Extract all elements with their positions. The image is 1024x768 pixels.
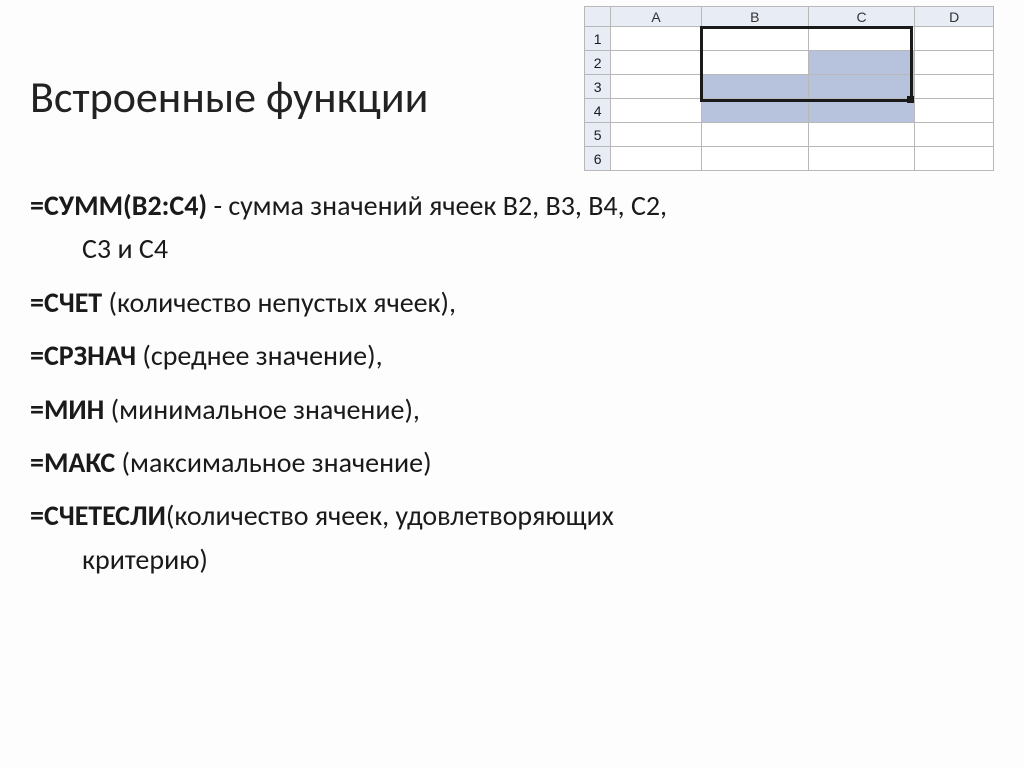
cell bbox=[808, 27, 915, 51]
function-item: =МИН (минимальное значение), bbox=[30, 388, 994, 431]
separator: - bbox=[207, 188, 228, 223]
spreadsheet-illustration: A B C D 1 2 3 4 bbox=[584, 6, 994, 171]
formula-desc: (количество непустых ячеек), bbox=[108, 285, 456, 320]
row-header: 4 bbox=[585, 99, 611, 123]
cell-active bbox=[701, 51, 808, 75]
col-header: D bbox=[915, 7, 994, 27]
formula-name: =СЧЕТЕСЛИ bbox=[30, 498, 166, 533]
function-item: =СЧЕТЕСЛИ(количество ячеек, удовлетворяю… bbox=[30, 494, 994, 581]
col-header: A bbox=[611, 7, 702, 27]
row-header: 6 bbox=[585, 147, 611, 171]
spreadsheet-grid: A B C D 1 2 3 4 bbox=[584, 6, 994, 171]
cell-selected bbox=[808, 51, 915, 75]
cell-selected bbox=[701, 75, 808, 99]
cell bbox=[611, 123, 702, 147]
formula-name: =СЧЕТ bbox=[30, 285, 108, 320]
cell bbox=[611, 27, 702, 51]
row-header: 2 bbox=[585, 51, 611, 75]
function-item: =СЧЕТ (количество непустых ячеек), bbox=[30, 281, 994, 324]
formula-name: =МИН bbox=[30, 392, 111, 427]
formula-name: =СУММ(В2:С4) bbox=[30, 188, 207, 223]
cell bbox=[701, 147, 808, 171]
formula-desc: (минимальное значение), bbox=[111, 392, 420, 427]
cell bbox=[808, 123, 915, 147]
cell-selected bbox=[701, 99, 808, 123]
formula-name: =МАКС bbox=[30, 445, 122, 480]
cell-selected bbox=[808, 99, 915, 123]
cell bbox=[808, 147, 915, 171]
function-item: =СУММ(В2:С4) - сумма значений ячеек В2, … bbox=[30, 184, 994, 271]
cell bbox=[611, 51, 702, 75]
formula-desc: (максимальное значение) bbox=[122, 445, 432, 480]
formula-name: =СРЗНАЧ bbox=[30, 338, 142, 373]
cell bbox=[701, 27, 808, 51]
cell bbox=[611, 75, 702, 99]
cell bbox=[915, 147, 994, 171]
cell bbox=[915, 123, 994, 147]
function-item: =МАКС (максимальное значение) bbox=[30, 441, 994, 484]
row-header: 3 bbox=[585, 75, 611, 99]
cell bbox=[611, 147, 702, 171]
cell bbox=[915, 75, 994, 99]
row-header: 5 bbox=[585, 123, 611, 147]
formula-desc: (среднее значение), bbox=[142, 338, 382, 373]
cell bbox=[611, 99, 702, 123]
col-header: B bbox=[701, 7, 808, 27]
content-body: =СУММ(В2:С4) - сумма значений ячеек В2, … bbox=[30, 184, 994, 581]
function-item: =СРЗНАЧ (среднее значение), bbox=[30, 334, 994, 377]
grid-corner bbox=[585, 7, 611, 27]
row-header: 1 bbox=[585, 27, 611, 51]
cell bbox=[915, 99, 994, 123]
cell-selected bbox=[808, 75, 915, 99]
col-header: C bbox=[808, 7, 915, 27]
cell bbox=[701, 123, 808, 147]
cell bbox=[915, 51, 994, 75]
cell bbox=[915, 27, 994, 51]
